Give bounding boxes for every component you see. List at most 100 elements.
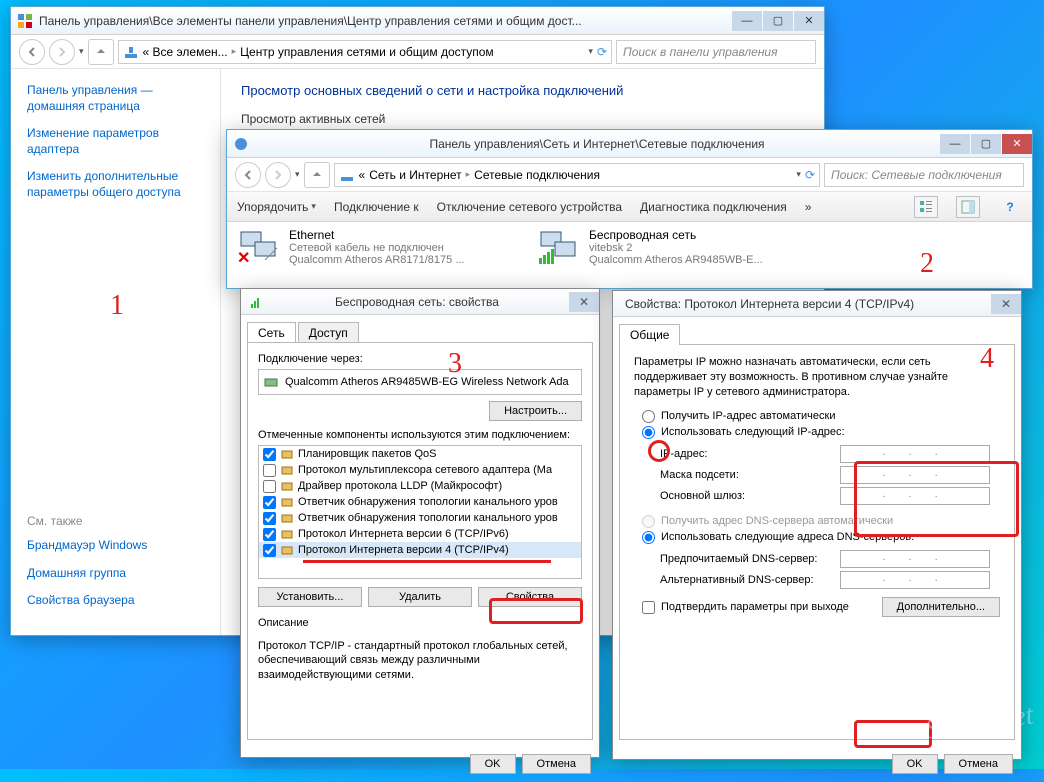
toolbar-more[interactable]: » [805,200,812,214]
radio-manual-ip-input[interactable] [642,426,655,439]
refresh-icon[interactable]: ⟳ [597,45,607,59]
radio-auto-ip-input[interactable] [642,410,655,423]
component-row[interactable]: Протокол мультиплексора сетевого адаптер… [259,462,581,478]
ip-address-input[interactable]: . . . [840,445,990,463]
radio-manual-dns[interactable]: Использовать следующие адреса DNS-сервер… [642,531,1000,544]
search-input[interactable]: Поиск: Сетевые подключения [824,163,1024,187]
connection-wifi[interactable]: Беспроводная сеть vitebsk 2 Qualcomm Ath… [537,228,817,282]
radio-auto-dns[interactable]: Получить адрес DNS-сервера автоматически [642,515,1000,528]
dialog-ipv4-properties: Свойства: Протокол Интернета версии 4 (T… [612,290,1022,760]
component-checkbox[interactable] [263,448,276,461]
search-input[interactable]: Поиск в панели управления [616,40,816,64]
install-button[interactable]: Установить... [258,587,362,607]
adapter-name: Qualcomm Atheros AR9485WB-EG Wireless Ne… [285,376,569,388]
dropdown-icon[interactable]: ▾ [79,46,84,57]
radio-manual-dns-input[interactable] [642,531,655,544]
conn-device: Qualcomm Atheros AR9485WB-E... [589,254,763,266]
component-row[interactable]: Планировщик пакетов QoS [259,446,581,462]
up-button[interactable] [304,162,330,188]
component-checkbox[interactable] [263,480,276,493]
help-icon[interactable]: ? [998,196,1022,218]
minimize-button[interactable]: — [940,134,970,154]
titlebar[interactable]: Панель управления\Все элементы панели уп… [11,7,824,35]
annotation-4: 4 [980,343,994,375]
component-row[interactable]: Протокол Интернета версии 6 (TCP/IPv6) [259,526,581,542]
window-network-connections: Панель управления\Сеть и Интернет\Сетевы… [226,129,1033,289]
component-icon [280,543,294,557]
component-row[interactable]: Драйвер протокола LLDP (Майкрософт) [259,478,581,494]
sidebar-firewall[interactable]: Брандмауэр Windows [27,538,204,554]
wifi-icon [537,228,581,268]
back-button[interactable] [19,39,45,65]
mask-label: Маска подсети: [660,469,840,481]
component-checkbox[interactable] [263,496,276,509]
address-bar[interactable]: « Все элемен... ▸ Центр управления сетям… [118,40,612,64]
toolbar-diagnose[interactable]: Диагностика подключения [640,200,787,214]
component-row[interactable]: Ответчик обнаружения топологии канальног… [259,510,581,526]
tab-strip: Сеть Доступ [241,315,599,342]
component-checkbox[interactable] [263,512,276,525]
component-checkbox[interactable] [263,464,276,477]
tab-network[interactable]: Сеть [247,322,296,343]
component-label: Протокол Интернета версии 6 (TCP/IPv6) [298,528,509,540]
sidebar-homegroup[interactable]: Домашняя группа [27,566,204,582]
configure-button[interactable]: Настроить... [489,401,582,421]
ok-button[interactable]: OK [892,754,938,774]
component-checkbox[interactable] [263,528,276,541]
maximize-button[interactable]: ▢ [763,11,793,31]
refresh-icon[interactable]: ⟳ [805,168,815,182]
toolbar-connect[interactable]: Подключение к [334,200,419,214]
ok-button[interactable]: OK [470,754,516,774]
mask-input[interactable]: . . . [840,466,990,484]
properties-button[interactable]: Свойства [478,587,582,607]
view-icon[interactable] [914,196,938,218]
titlebar[interactable]: Панель управления\Сеть и Интернет\Сетевы… [227,130,1032,158]
titlebar[interactable]: Свойства: Протокол Интернета версии 4 (T… [613,291,1021,317]
breadcrumb-1[interactable]: Сеть и Интернет [369,168,461,182]
dns-fields: Предпочитаемый DNS-сервер:. . . Альтерна… [660,550,1000,589]
breadcrumb-prev[interactable]: « Все элемен... [143,45,228,59]
up-button[interactable] [88,39,114,65]
component-checkbox[interactable] [263,544,276,557]
remove-button[interactable]: Удалить [368,587,472,607]
close-button[interactable]: ✕ [569,292,599,312]
confirm-checkbox[interactable] [642,601,655,614]
connection-ethernet[interactable]: ✕ Ethernet Сетевой кабель не подключен Q… [237,228,517,282]
minimize-button[interactable]: — [732,11,762,31]
forward-button[interactable] [49,39,75,65]
gateway-input[interactable]: . . . [840,487,990,505]
nav-bar: ▾ « Сеть и Интернет ▸ Сетевые подключени… [227,158,1032,192]
components-list[interactable]: Планировщик пакетов QoSПротокол мультипл… [258,445,582,579]
dns2-input[interactable]: . . . [840,571,990,589]
breadcrumb-current[interactable]: Центр управления сетями и общим доступом [240,45,494,59]
tab-general[interactable]: Общие [619,324,680,345]
sidebar-browser-props[interactable]: Свойства браузера [27,593,204,609]
dns1-input[interactable]: . . . [840,550,990,568]
component-row[interactable]: Протокол Интернета версии 4 (TCP/IPv4) [259,542,581,558]
close-button[interactable]: ✕ [794,11,824,31]
advanced-button[interactable]: Дополнительно... [882,597,1000,617]
sidebar-sharing-settings[interactable]: Изменить дополнительные параметры общего… [27,169,204,200]
radio-auto-ip[interactable]: Получить IP-адрес автоматически [642,410,1000,423]
active-networks-label: Просмотр активных сетей [241,112,804,126]
radio-manual-ip[interactable]: Использовать следующий IP-адрес: [642,426,1000,439]
close-button[interactable]: ✕ [991,294,1021,314]
sidebar-home[interactable]: Панель управления — домашняя страница [27,83,204,114]
address-bar[interactable]: « Сеть и Интернет ▸ Сетевые подключения … [334,163,820,187]
ethernet-icon: ✕ [237,228,281,268]
back-button[interactable] [235,162,261,188]
maximize-button[interactable]: ▢ [971,134,1001,154]
dns1-label: Предпочитаемый DNS-сервер: [660,553,840,565]
preview-icon[interactable] [956,196,980,218]
sidebar-adapter-settings[interactable]: Изменение параметров адаптера [27,126,204,157]
toolbar-organize[interactable]: Упорядочить ▾ [237,200,316,214]
tab-access[interactable]: Доступ [298,322,359,343]
cancel-button[interactable]: Отмена [944,754,1013,774]
component-row[interactable]: Ответчик обнаружения топологии канальног… [259,494,581,510]
toolbar-disable[interactable]: Отключение сетевого устройства [437,200,622,214]
titlebar[interactable]: Беспроводная сеть: свойства ✕ [241,289,599,315]
forward-button[interactable] [265,162,291,188]
close-button[interactable]: ✕ [1002,134,1032,154]
cancel-button[interactable]: Отмена [522,754,591,774]
breadcrumb-2[interactable]: Сетевые подключения [474,168,600,182]
